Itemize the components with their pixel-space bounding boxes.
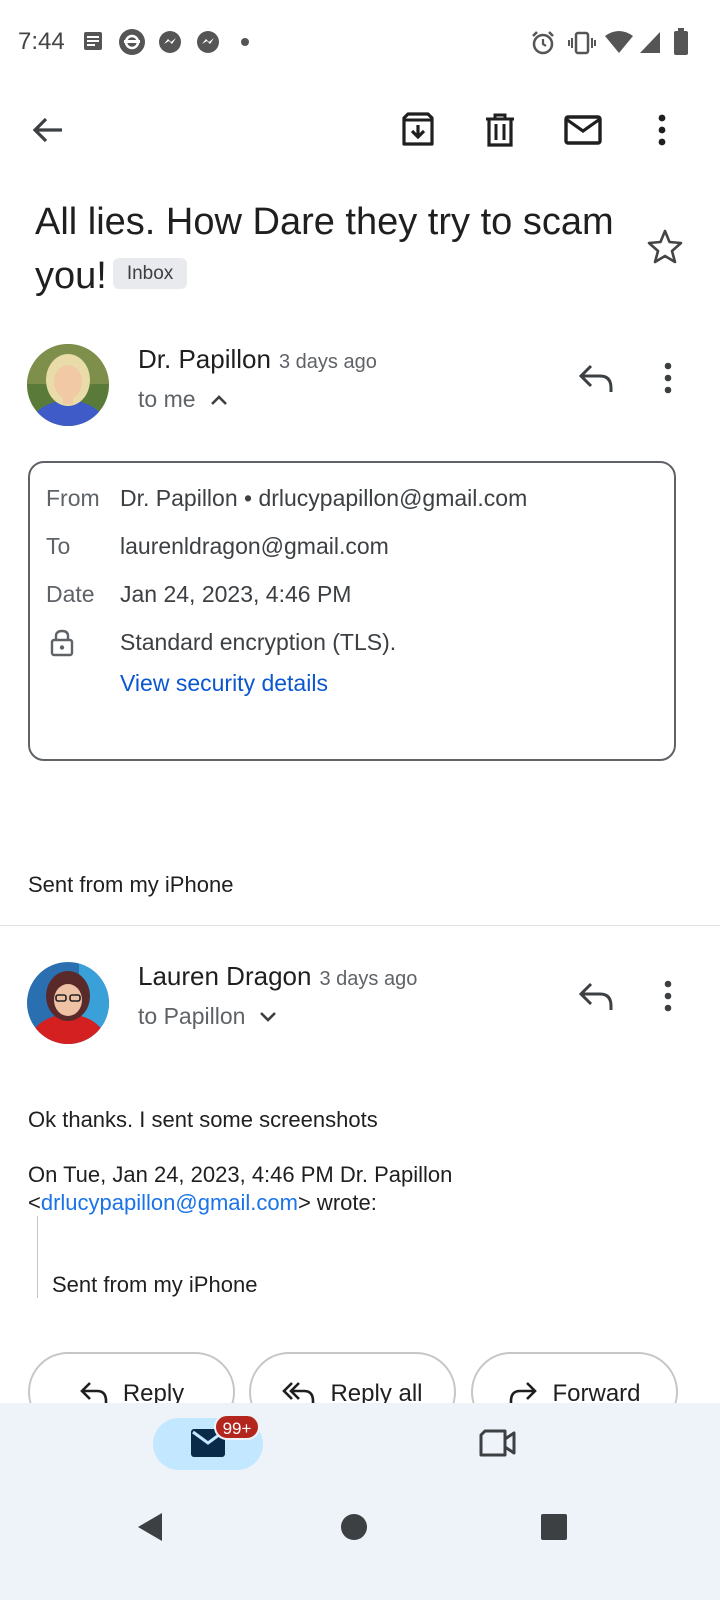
reply-icon bbox=[79, 1380, 123, 1404]
quote-bar bbox=[37, 1216, 38, 1298]
star-icon[interactable] bbox=[646, 228, 684, 266]
divider bbox=[0, 925, 720, 926]
quote-open: < bbox=[28, 1190, 41, 1215]
to-line: to Papillon bbox=[138, 1003, 246, 1029]
date-value: Jan 24, 2023, 4:46 PM bbox=[120, 581, 352, 607]
avatar[interactable] bbox=[27, 962, 109, 1044]
quote-header: On Tue, Jan 24, 2023, 4:46 PM Dr. Papill… bbox=[28, 1162, 453, 1187]
archive-icon[interactable] bbox=[400, 112, 436, 148]
mark-unread-icon[interactable] bbox=[563, 112, 603, 148]
message-time: 3 days ago bbox=[278, 351, 377, 373]
chevron-down-icon bbox=[259, 1011, 277, 1023]
recipients-toggle[interactable]: to Papillon bbox=[138, 1003, 277, 1030]
forward-icon bbox=[508, 1380, 552, 1404]
quote-close: > wrote: bbox=[297, 1190, 377, 1215]
quoted-email-link[interactable]: drlucypapillon@gmail.com bbox=[41, 1190, 298, 1215]
inbox-label-badge[interactable]: Inbox bbox=[112, 258, 188, 290]
system-recents-icon[interactable] bbox=[540, 1513, 568, 1541]
reply-all-icon bbox=[282, 1380, 330, 1404]
from-value: Dr. Papillon • drlucypapillon@gmail.com bbox=[120, 485, 528, 511]
more-vert-icon[interactable] bbox=[654, 980, 682, 1012]
unread-count-badge: 99+ bbox=[214, 1414, 260, 1440]
delete-icon[interactable] bbox=[482, 112, 518, 148]
wifi-icon bbox=[604, 30, 634, 54]
bottom-navigation bbox=[0, 1403, 720, 1600]
signal-icon bbox=[638, 30, 662, 54]
battery-icon bbox=[673, 28, 689, 56]
security-value: Standard encryption (TLS). bbox=[120, 629, 397, 655]
avatar[interactable] bbox=[27, 344, 109, 426]
to-line: to me bbox=[138, 386, 196, 412]
message-body: Ok thanks. I sent some screenshots bbox=[28, 1107, 378, 1132]
messenger-icon bbox=[196, 30, 220, 54]
vibrate-icon bbox=[568, 30, 596, 56]
message-body: Sent from my iPhone bbox=[28, 872, 234, 897]
lock-icon bbox=[50, 629, 74, 657]
reply-icon[interactable] bbox=[578, 362, 614, 394]
email-subject: All lies. How Dare they try to scam you!… bbox=[35, 195, 635, 303]
message-header: Dr. Papillon 3 days ago bbox=[138, 344, 377, 375]
message-header: Lauren Dragon 3 days ago bbox=[138, 961, 417, 992]
to-label: To bbox=[46, 533, 71, 559]
recipients-toggle[interactable]: to me bbox=[138, 386, 228, 413]
quote-header-email-line: <drlucypapillon@gmail.com> wrote: bbox=[28, 1190, 377, 1216]
message-time: 3 days ago bbox=[319, 968, 418, 990]
more-vert-icon[interactable] bbox=[644, 112, 680, 148]
system-home-icon[interactable] bbox=[340, 1513, 368, 1541]
meet-video-icon[interactable] bbox=[479, 1427, 517, 1459]
status-time: 7:44 bbox=[18, 28, 65, 55]
sender-name: Dr. Papillon bbox=[138, 344, 271, 374]
system-back-icon[interactable] bbox=[136, 1511, 164, 1543]
more-vert-icon[interactable] bbox=[654, 362, 682, 394]
dot-icon bbox=[241, 38, 249, 46]
from-label: From bbox=[46, 485, 100, 511]
date-label: Date bbox=[46, 581, 95, 607]
view-security-details-link[interactable]: View security details bbox=[120, 670, 328, 697]
to-value: laurenldragon@gmail.com bbox=[120, 533, 389, 559]
chevron-up-icon bbox=[210, 394, 228, 406]
alarm-icon bbox=[530, 30, 556, 56]
quoted-body: Sent from my iPhone bbox=[52, 1272, 258, 1297]
message-icon bbox=[82, 30, 104, 52]
reply-icon[interactable] bbox=[578, 980, 614, 1012]
messenger-icon bbox=[158, 30, 182, 54]
bluetooth-sync-icon bbox=[118, 28, 146, 56]
message-details-card: From Dr. Papillon • drlucypapillon@gmail… bbox=[28, 461, 676, 761]
sender-name: Lauren Dragon bbox=[138, 961, 312, 991]
back-arrow-icon[interactable] bbox=[30, 112, 66, 148]
